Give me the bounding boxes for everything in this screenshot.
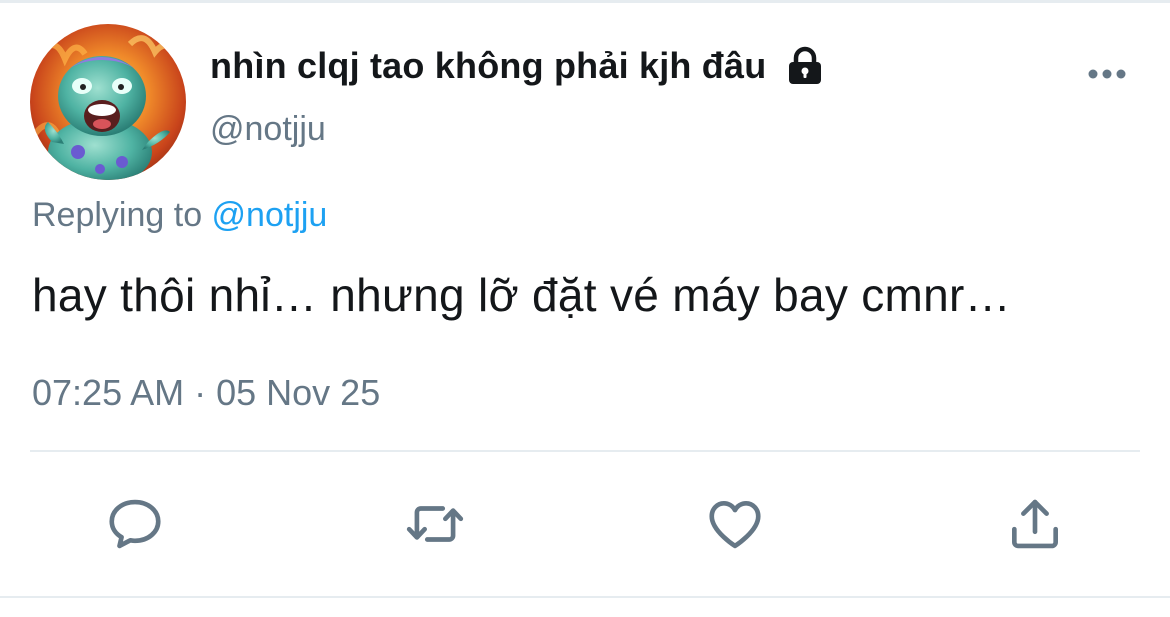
lock-icon xyxy=(786,46,824,86)
top-border xyxy=(0,0,1170,3)
retweet-button[interactable] xyxy=(403,492,467,556)
timestamp[interactable]: 07:25 AM · 05 Nov 25 xyxy=(32,372,380,414)
share-button[interactable] xyxy=(1003,492,1067,556)
more-dots-icon xyxy=(1088,69,1126,79)
avatar-image xyxy=(30,24,186,180)
timestamp-time: 07:25 AM xyxy=(32,372,185,413)
like-button[interactable] xyxy=(703,492,767,556)
display-name-row: nhìn clqj tao không phải kjh đâu xyxy=(210,42,824,90)
reply-button[interactable] xyxy=(103,492,167,556)
share-icon xyxy=(1012,499,1058,549)
timestamp-separator: · xyxy=(184,372,217,413)
heart-icon xyxy=(709,501,761,549)
avatar[interactable] xyxy=(30,24,186,180)
retweet-icon xyxy=(406,506,464,542)
timestamp-date: 05 Nov 25 xyxy=(216,372,381,413)
tweet-text: hay thôi nhỉ… nhưng lỡ đặt vé máy bay cm… xyxy=(32,269,1011,321)
bottom-border xyxy=(0,596,1170,598)
replying-to: Replying to @notjju xyxy=(32,196,327,235)
replying-mention-link[interactable]: @notjju xyxy=(212,196,328,234)
replying-prefix: Replying to xyxy=(32,196,212,234)
display-name[interactable]: nhìn clqj tao không phải kjh đâu xyxy=(210,45,766,87)
divider xyxy=(30,450,1140,452)
more-options-button[interactable] xyxy=(1082,56,1132,92)
user-handle[interactable]: @notjju xyxy=(210,110,326,149)
reply-bubble-icon xyxy=(109,499,161,549)
